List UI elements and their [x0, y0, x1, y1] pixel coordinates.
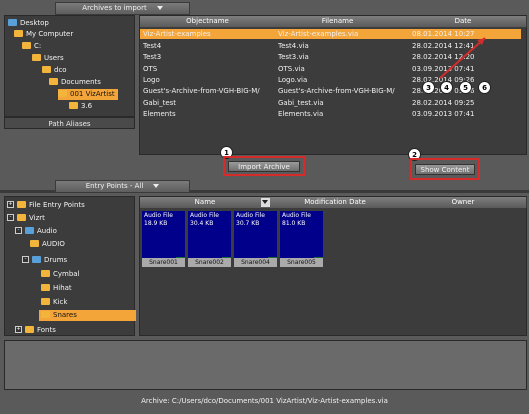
- expand-icon[interactable]: +: [15, 325, 22, 333]
- archive-folder-tree: Desktop My Computer C: Users dco Documen…: [4, 15, 135, 117]
- folder-icon: [25, 325, 34, 333]
- status-bar: Archive: C:/Users/dco/Documents/001 VizA…: [0, 392, 529, 414]
- folder-icon: [25, 226, 34, 234]
- column-name[interactable]: Name: [140, 197, 271, 208]
- annotation-arrow: [439, 37, 486, 79]
- audio-file-item[interactable]: Audio File30.7 KB A Snare004: [234, 211, 277, 267]
- tree-item-001-vizartist[interactable]: 001 VizArtist: [58, 89, 118, 100]
- callout-5: 5: [459, 81, 472, 94]
- audio-file-item[interactable]: Audio File18.9 KB A Snare001: [142, 211, 185, 267]
- folder-icon: [41, 269, 50, 277]
- folder-icon: [42, 65, 51, 73]
- sort-dropdown-icon[interactable]: [261, 198, 270, 207]
- tree-item-hihat[interactable]: Hihat: [41, 283, 72, 294]
- thumbnail-grid: Audio File18.9 KB A Snare001 Audio File3…: [142, 211, 342, 271]
- folder-icon: [22, 41, 31, 49]
- archives-title: Archives to import: [82, 4, 147, 12]
- tree-item-desktop[interactable]: Desktop: [8, 18, 49, 29]
- tree-item-dco[interactable]: dco: [42, 65, 67, 76]
- tree-item-documents[interactable]: Documents: [49, 77, 101, 88]
- entry-content-area: Name Modification Date Owner Audio File 1…: [139, 196, 527, 336]
- collapse-icon[interactable]: -: [7, 213, 14, 221]
- chevron-down-icon: [153, 184, 160, 188]
- tree-item-fonts[interactable]: + Fonts: [15, 325, 56, 336]
- tree-item-my-computer[interactable]: My Computer: [14, 29, 73, 40]
- folder-icon: [41, 283, 50, 291]
- entry-points-header[interactable]: Entry Points - All: [55, 180, 190, 193]
- folder-icon: [8, 18, 17, 26]
- folder-icon: [32, 255, 41, 263]
- folder-icon: [17, 200, 26, 208]
- show-content-button[interactable]: Show Content: [415, 164, 475, 175]
- expand-icon[interactable]: +: [7, 200, 14, 208]
- import-archive-highlight: Import Archive: [223, 156, 305, 176]
- entry-points-title: Entry Points - All: [85, 182, 144, 190]
- tree-item-file-entry-points[interactable]: + File Entry Points: [7, 200, 85, 211]
- folder-icon: [17, 213, 26, 221]
- tree-item-kick[interactable]: Kick: [41, 297, 67, 308]
- folder-icon: [58, 89, 67, 97]
- tree-item-audio-upper[interactable]: AUDIO: [30, 239, 65, 250]
- column-objectname[interactable]: Objectname: [140, 16, 276, 27]
- column-modification-date[interactable]: Modification Date: [270, 197, 401, 208]
- folder-icon: [69, 101, 78, 109]
- folder-icon: [32, 53, 41, 61]
- tree-item-c-drive[interactable]: C:: [22, 41, 41, 52]
- table-row[interactable]: Gabi_test Gabi_test.via 28.02.2014 09:25: [140, 98, 521, 108]
- tree-item-users[interactable]: Users: [32, 53, 64, 64]
- archives-header[interactable]: Archives to import: [55, 2, 190, 15]
- preview-area: [4, 340, 527, 390]
- path-aliases[interactable]: Path Aliases: [4, 117, 135, 129]
- entry-folder-tree: + File Entry Points - Vizrt - Audio AUDIO -…: [4, 196, 136, 336]
- folder-icon: [41, 297, 50, 305]
- tree-item-vizrt[interactable]: - Vizrt: [7, 213, 45, 224]
- table-row[interactable]: Elements Elements.via 03.09.2013 07:41: [140, 109, 521, 119]
- column-owner[interactable]: Owner: [400, 197, 527, 208]
- tree-item-3-6[interactable]: 3.6: [69, 101, 92, 112]
- import-archive-button[interactable]: Import Archive: [228, 161, 300, 172]
- column-filename[interactable]: Filename: [275, 16, 401, 27]
- tree-item-snares[interactable]: Snares: [39, 310, 136, 321]
- tree-item-audio[interactable]: - Audio: [15, 226, 57, 237]
- collapse-icon[interactable]: -: [22, 255, 29, 263]
- column-date[interactable]: Date: [400, 16, 527, 27]
- collapse-icon[interactable]: -: [15, 226, 22, 234]
- callout-3: 3: [422, 81, 435, 94]
- tree-item-drums[interactable]: - Drums: [22, 255, 67, 266]
- show-content-highlight: Show Content: [410, 158, 480, 180]
- folder-icon: [41, 310, 50, 318]
- folder-icon: [30, 239, 39, 247]
- tree-item-cymbal[interactable]: Cymbal: [41, 269, 80, 280]
- callout-4: 4: [440, 81, 453, 94]
- folder-icon: [14, 29, 23, 37]
- audio-file-item[interactable]: Audio File30.4 KB A Snare002: [188, 211, 231, 267]
- chevron-down-icon: [156, 6, 163, 10]
- folder-icon: [49, 77, 58, 85]
- callout-6: 6: [478, 81, 491, 94]
- audio-file-item[interactable]: Audio File81.0 KB A Snare005: [280, 211, 323, 267]
